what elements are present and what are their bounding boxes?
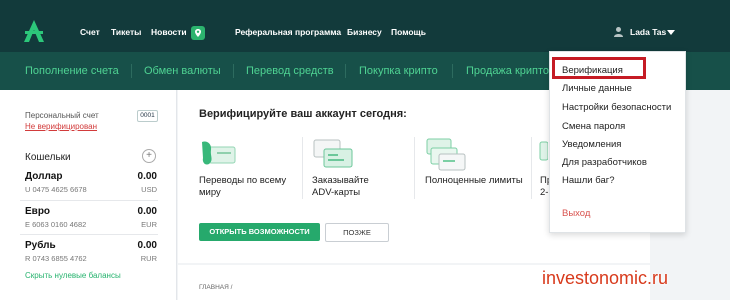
globe-transfer-icon: [202, 141, 236, 165]
wallet-number: U 0475 4625 6678: [25, 185, 87, 194]
adv-cards-icon: [313, 139, 353, 168]
verification-highlight-frame: [552, 57, 646, 79]
subnav-deposit[interactable]: Пополнение счета: [25, 65, 119, 77]
logo-icon[interactable]: [22, 19, 46, 43]
wallet-amount: 0.00: [137, 171, 157, 182]
subnav-separator: [452, 64, 453, 78]
feature-adv-cards: Заказывайте ADV-карты: [312, 175, 369, 198]
wallet-name[interactable]: Рубль: [25, 240, 56, 251]
news-pin-icon: [195, 29, 201, 37]
wallet-currency: RUR: [140, 254, 157, 263]
menu-item-found-bug[interactable]: Нашли баг?: [562, 175, 615, 186]
wallet-name[interactable]: Евро: [25, 206, 50, 217]
subnav-transfer[interactable]: Перевод средств: [246, 65, 334, 77]
chevron-down-icon[interactable]: [667, 30, 675, 36]
news-badge[interactable]: [191, 26, 205, 40]
subnav-exchange[interactable]: Обмен валюты: [144, 65, 221, 77]
wallet-currency: EUR: [141, 220, 157, 229]
subnav-sell-crypto[interactable]: Продажа крипто: [466, 65, 549, 77]
hide-zero-balances-link[interactable]: Скрыть нулевые балансы: [25, 271, 121, 280]
verification-title: Верифицируйте ваш аккаунт сегодня:: [199, 108, 407, 120]
nav-referral[interactable]: Реферальная программа: [235, 27, 341, 37]
menu-item-notifications[interactable]: Уведомления: [562, 139, 621, 150]
wallet-number: R 0743 6855 4762: [25, 254, 87, 263]
add-wallet-button[interactable]: +: [142, 149, 156, 163]
user-name[interactable]: Lada Tas: [630, 27, 666, 37]
nav-tickets[interactable]: Тикеты: [111, 27, 141, 37]
watermark: investonomic.ru: [542, 268, 669, 288]
divider: [302, 137, 303, 199]
menu-item-personal-data[interactable]: Личные данные: [562, 83, 632, 94]
wallet-amount: 0.00: [137, 206, 157, 217]
partial-feature-icon: [539, 141, 548, 161]
later-button[interactable]: ПОЗЖЕ: [325, 223, 389, 242]
account-status-link[interactable]: Не верифицирован: [25, 122, 97, 131]
divider: [20, 234, 158, 235]
user-icon[interactable]: [613, 26, 624, 37]
wallet-name[interactable]: Доллар: [25, 171, 62, 182]
account-badge: 0001: [137, 110, 158, 122]
subnav-separator: [233, 64, 234, 78]
divider: [20, 200, 158, 201]
divider: [531, 137, 532, 199]
wallet-currency: USD: [141, 185, 157, 194]
menu-item-developers[interactable]: Для разработчиков: [562, 157, 647, 168]
menu-item-change-password[interactable]: Смена пароля: [562, 121, 625, 132]
divider: [414, 137, 415, 199]
menu-item-security-settings[interactable]: Настройки безопасности: [562, 102, 671, 113]
limits-cards-icon: [426, 138, 466, 171]
menu-item-logout[interactable]: Выход: [562, 208, 590, 219]
open-opportunities-button[interactable]: ОТКРЫТЬ ВОЗМОЖНОСТИ: [199, 223, 320, 241]
breadcrumb[interactable]: ГЛАВНАЯ /: [199, 284, 232, 291]
subnav-separator: [131, 64, 132, 78]
account-label: Персональный счет: [25, 111, 99, 120]
wallets-title: Кошельки: [25, 152, 71, 163]
feature-transfers: Переводы по всему миру: [199, 175, 287, 198]
nav-help[interactable]: Помощь: [391, 27, 426, 37]
nav-business[interactable]: Бизнесу: [347, 27, 382, 37]
subnav-buy-crypto[interactable]: Покупка крипто: [359, 65, 438, 77]
nav-account[interactable]: Счет: [80, 27, 100, 37]
feature-limits: Полноценные лимиты: [425, 175, 523, 186]
nav-news[interactable]: Новости: [151, 27, 187, 37]
wallet-amount: 0.00: [137, 240, 157, 251]
wallet-number: E 6063 0160 4682: [25, 220, 87, 229]
subnav-separator: [345, 64, 346, 78]
